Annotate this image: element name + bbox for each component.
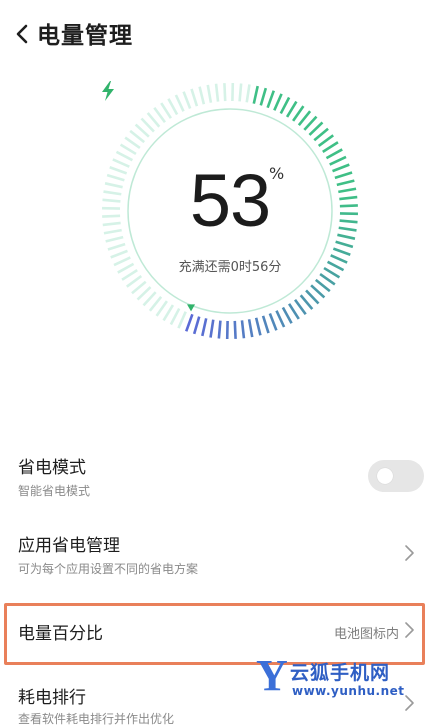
watermark-letter: Y [256, 654, 288, 698]
gauge-tick-filled [287, 102, 296, 117]
row-title: 耗电排行 [18, 683, 86, 708]
chevron-left-icon [10, 18, 36, 48]
back-button[interactable] [10, 18, 36, 48]
gauge-tick-filled [263, 316, 268, 333]
gauge-tick-filled [261, 88, 266, 105]
gauge-tick-filled [219, 321, 221, 339]
gauge-tick-filled [295, 300, 306, 315]
battery-gauge: 53 % 充满还需0时56分 [99, 80, 361, 342]
gauge-tick-filled [333, 249, 350, 255]
gauge-tick-filled [319, 135, 334, 146]
gauge-tick-filled [235, 321, 236, 339]
percent-sign: % [269, 164, 284, 183]
gauge-tick-empty [144, 292, 156, 305]
gauge-tick-empty [121, 145, 136, 154]
gauge-tick-filled [249, 319, 252, 337]
gauge-tick-filled [326, 149, 342, 158]
gauge-tick-empty [136, 125, 149, 137]
gauge-tick-empty [127, 276, 142, 287]
app-power-management-row[interactable]: 应用省电管理 可为每个应用设置不同的省电方案 [0, 526, 429, 582]
gauge-tick-filled [323, 142, 338, 152]
gauge-tick-empty [216, 84, 218, 102]
gauge-tick-empty [108, 244, 125, 249]
gauge-tick-filled [202, 318, 206, 336]
top-bar: 电量管理 [0, 0, 429, 64]
gauge-tick-empty [150, 297, 161, 311]
gauge-tick-empty [224, 83, 225, 101]
gauge-tick-empty [240, 83, 242, 101]
gauge-tick-empty [148, 113, 160, 127]
gauge-tick-empty [161, 103, 171, 118]
gauge-tick-empty [164, 305, 173, 320]
gauge-tick-filled [293, 106, 303, 121]
gauge-tick-filled [289, 304, 299, 319]
gauge-tick-filled [274, 94, 281, 110]
gauge-tick-filled [270, 314, 277, 331]
row-subtitle: 可为每个应用设置不同的省电方案 [18, 560, 198, 577]
gauge-tick-filled [320, 274, 335, 284]
gauge-tick-empty [125, 138, 140, 148]
gauge-tick-empty [178, 312, 185, 328]
gauge-tick-empty [184, 92, 191, 109]
gauge-tick-filled [311, 285, 324, 297]
gauge-tick-filled [254, 86, 258, 104]
gauge-tick-empty [138, 287, 151, 299]
chevron-right-icon [403, 621, 415, 639]
gauge-tick-filled [316, 280, 330, 291]
power-saving-mode-row[interactable]: 省电模式 智能省电模式 [0, 448, 429, 504]
row-title: 应用省电管理 [18, 531, 120, 556]
battery-percent: 53 % [99, 158, 361, 243]
gauge-tick-empty [130, 131, 144, 142]
gauge-tick-filled [276, 311, 284, 327]
row-subtitle: 查看软件耗电排行并作出优化 [18, 710, 174, 727]
gauge-tick-filled [186, 314, 192, 331]
gauge-tick-filled [304, 117, 316, 130]
gauge-tick-filled [301, 295, 313, 309]
gauge-tick-empty [208, 85, 211, 103]
gauge-tick-empty [192, 89, 197, 106]
battery-percent-value: 53 [190, 159, 270, 242]
gauge-tick-filled [283, 307, 292, 323]
gauge-tick-filled [299, 111, 310, 125]
gauge-tick-filled [281, 97, 289, 113]
watermark-url: www.yunhu.net [292, 684, 405, 698]
gauge-tick-filled [256, 318, 260, 335]
gauge-tick-filled [309, 122, 322, 134]
row-title: 省电模式 [18, 453, 86, 478]
gauge-tick-empty [176, 95, 184, 111]
row-title: 电量百分比 [18, 619, 103, 644]
watermark-logo: Y 云狐手机网 www.yunhu.net [256, 654, 426, 710]
row-value: 电池图标内 [334, 623, 399, 642]
gauge-tick-empty [200, 87, 204, 104]
gauge-tick-filled [194, 317, 199, 334]
gauge-tick-empty [247, 84, 250, 102]
gauge-tick-empty [171, 309, 179, 325]
gauge-tick-filled [268, 91, 274, 108]
power-saving-toggle[interactable] [368, 460, 424, 492]
gauge-tick-empty [168, 99, 177, 115]
chevron-right-icon [403, 544, 415, 562]
gauge-tick-filled [314, 129, 328, 141]
gauge-tick-empty [157, 301, 167, 316]
charge-remaining-text: 充满还需0时56分 [99, 256, 361, 275]
watermark-name: 云狐手机网 [290, 658, 390, 685]
gauge-tick-filled [211, 320, 214, 338]
gauge-tick-filled [306, 290, 318, 303]
lightning-bolt-icon [99, 80, 117, 102]
row-subtitle: 智能省电模式 [18, 482, 90, 499]
gauge-tick-empty [154, 108, 165, 123]
gauge-tick-empty [132, 282, 146, 294]
toggle-knob [377, 468, 393, 484]
start-marker-icon [187, 304, 195, 311]
gauge-tick-empty [141, 119, 153, 132]
gauge-tick-filled [242, 320, 244, 338]
page-title: 电量管理 [37, 16, 133, 50]
